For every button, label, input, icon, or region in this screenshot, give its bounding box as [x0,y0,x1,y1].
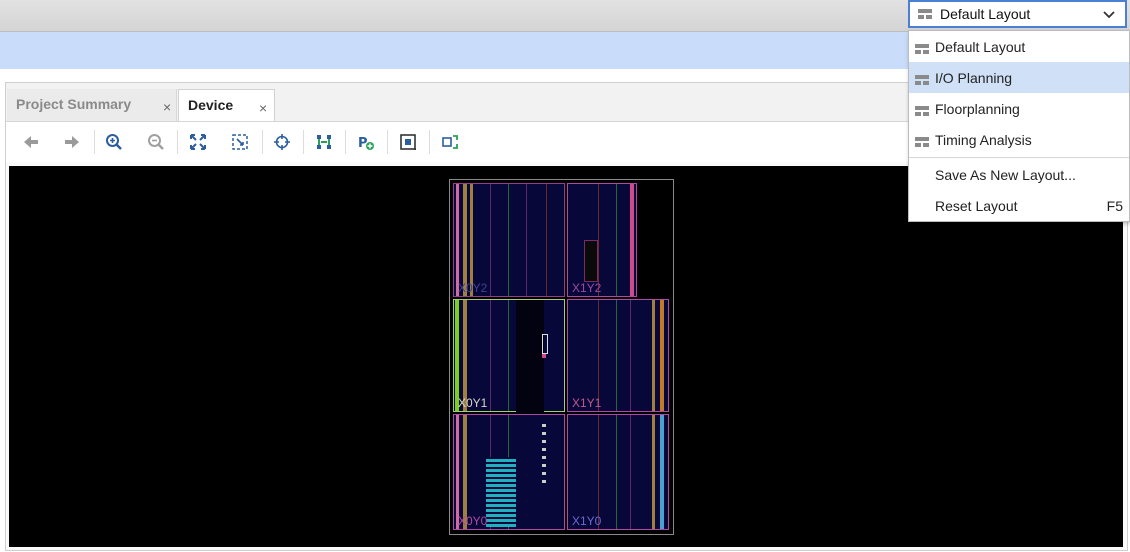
site-view-icon[interactable] [394,129,422,155]
menu-item-label: Save As New Layout... [935,166,1076,183]
toolbar-separator [94,130,95,154]
tab-project-summary[interactable]: Project Summary × [7,89,177,121]
menu-item-reset-layout[interactable]: Reset Layout F5 [909,190,1129,221]
layout-icon [915,72,929,88]
tab-device-label: Device [188,97,234,113]
clock-region-label: X0Y2 [458,281,488,295]
back-icon[interactable] [17,129,45,155]
toolbar-separator [345,130,346,154]
zoom-selection-icon[interactable] [226,129,254,155]
layout-icon [918,9,932,19]
clock-region-label: X0Y1 [458,396,488,410]
clock-region-label: X1Y2 [572,281,602,295]
clock-region-x0y2[interactable]: X0Y2 [453,183,565,297]
forward-icon[interactable] [58,129,86,155]
route-icon[interactable] [310,129,338,155]
zoom-in-icon[interactable] [100,129,128,155]
clock-region-x0y0[interactable]: X0Y0 [453,414,565,530]
add-pblock-icon[interactable]: P [352,129,380,155]
menu-item-floorplanning[interactable]: Floorplanning [909,93,1129,124]
menu-item-default-layout[interactable]: Default Layout [909,31,1129,62]
toolbar-separator [262,130,263,154]
autofit-selection-icon[interactable] [436,129,464,155]
layout-menu: Default Layout I/O Planning Floorplannin… [908,30,1130,222]
clock-region-x1y0[interactable]: X1Y0 [567,414,669,530]
svg-text:P: P [358,136,368,151]
menu-item-label: Reset Layout [935,197,1018,214]
toolbar-separator [303,130,304,154]
menu-item-label: Floorplanning [935,100,1020,117]
crosshair-icon[interactable] [268,129,296,155]
clock-region-x1y1[interactable]: X1Y1 [567,299,669,412]
menu-item-label: I/O Planning [935,69,1013,86]
toolbar-separator [177,130,178,154]
layout-icon [915,41,929,57]
shortcut-label: F5 [1106,197,1123,214]
fpga-device: X0Y2 X1Y2 X0Y1 X1Y1 X0Y0 X1Y0 [449,179,674,535]
menu-item-timing-analysis[interactable]: Timing Analysis [909,124,1129,155]
clock-region-label: X1Y1 [572,396,602,410]
menu-item-io-planning[interactable]: I/O Planning [909,62,1129,93]
clock-region-label: X1Y0 [572,514,602,528]
close-icon[interactable]: × [163,99,171,115]
layout-selector-value: Default Layout [940,6,1031,22]
chevron-down-icon[interactable] [1102,8,1116,25]
menu-separator [909,157,1129,158]
tab-project-summary-label: Project Summary [16,96,132,112]
layout-icon [915,134,929,150]
tab-device[interactable]: Device × [178,89,275,121]
toolbar-separator [429,130,430,154]
menu-item-save-as-new-layout[interactable]: Save As New Layout... [909,159,1129,190]
clock-region-x0y1[interactable]: X0Y1 [453,299,565,413]
layout-selector[interactable]: Default Layout [908,0,1127,28]
layout-icon [915,103,929,119]
clock-region-x1y2[interactable]: X1Y2 [567,183,637,297]
menu-item-label: Default Layout [935,38,1026,55]
menu-item-label: Timing Analysis [935,131,1032,148]
zoom-out-icon[interactable] [142,129,170,155]
close-icon[interactable]: × [259,100,267,116]
zoom-fit-icon[interactable] [184,129,212,155]
toolbar-separator [387,130,388,154]
device-canvas[interactable]: X0Y2 X1Y2 X0Y1 X1Y1 X0Y0 X1Y0 [9,166,1123,547]
clock-region-label: X0Y0 [458,514,488,528]
